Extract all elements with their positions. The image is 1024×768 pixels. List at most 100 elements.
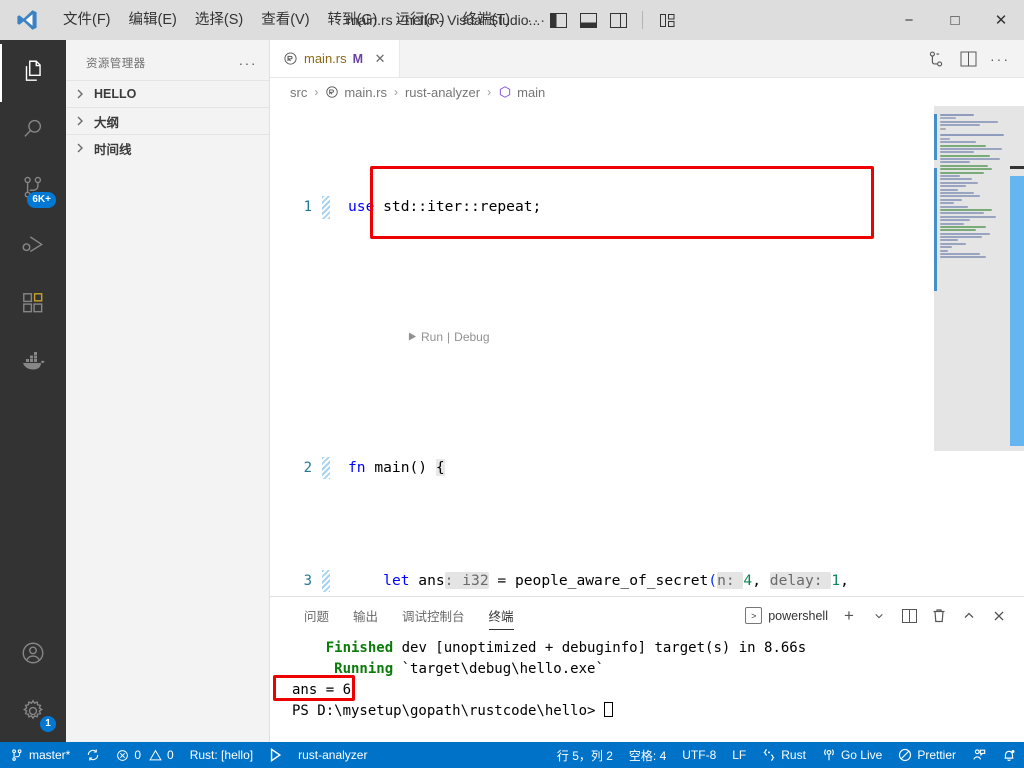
- sidebar-section-hello[interactable]: HELLO: [66, 80, 269, 107]
- maximize-panel-icon[interactable]: [956, 603, 982, 629]
- menu-edit[interactable]: 编辑(E): [120, 6, 186, 34]
- breadcrumb-item-src[interactable]: src: [290, 85, 307, 100]
- status-notifications[interactable]: [994, 742, 1024, 768]
- activity-item-run-and-debug[interactable]: [0, 218, 66, 276]
- menu-view[interactable]: 查看(V): [252, 6, 318, 34]
- close-panel-icon[interactable]: [986, 603, 1012, 629]
- status-rust-project[interactable]: Rust: [hello]: [182, 742, 261, 768]
- breadcrumb-item-rust-analyzer[interactable]: rust-analyzer: [405, 85, 480, 100]
- panel-tab-output[interactable]: 输出: [341, 597, 390, 634]
- split-terminal-icon[interactable]: [896, 603, 922, 629]
- panel-tab-problems[interactable]: 问题: [292, 597, 341, 634]
- toggle-secondary-sidebar-icon[interactable]: [608, 10, 628, 30]
- panel-tab-debug-console[interactable]: 调试控制台: [390, 597, 477, 634]
- menu-bar[interactable]: 文件(F) 编辑(E) 选择(S) 查看(V) 转到(G) 运行(R) 终端(T…: [54, 6, 555, 34]
- tab-dirty-indicator: M: [352, 51, 364, 66]
- activity-bar: 6K+ 1: [0, 40, 66, 742]
- tab-close-button[interactable]: ✕: [371, 51, 389, 67]
- status-feedback[interactable]: [964, 742, 994, 768]
- menu-selection[interactable]: 选择(S): [186, 6, 252, 34]
- breadcrumb-item-main[interactable]: main: [498, 85, 545, 100]
- status-go-live[interactable]: Go Live: [814, 742, 890, 768]
- line-number: 2: [303, 459, 312, 476]
- code-area[interactable]: 1 use std::iter::repeat; .: [270, 106, 934, 596]
- source-control-badge: 6K+: [27, 192, 56, 208]
- activity-item-extensions[interactable]: [0, 276, 66, 334]
- status-cursor-position[interactable]: 行 5，列 2: [549, 742, 621, 768]
- status-indentation[interactable]: 空格: 4: [621, 742, 674, 768]
- tab-label: main.rs: [304, 51, 347, 66]
- activity-item-source-control[interactable]: 6K+: [0, 160, 66, 218]
- gutter-blank: [322, 309, 330, 366]
- scrollbar-thumb[interactable]: [1010, 176, 1024, 446]
- toggle-panel-icon[interactable]: [578, 10, 598, 30]
- code-text: fn main() {: [348, 458, 445, 476]
- editor-group: main.rs M ✕ ··· src › main.rs › rust-ana…: [270, 40, 1024, 742]
- sidebar-section-label: 时间线: [94, 142, 132, 157]
- code-content[interactable]: 1 use std::iter::repeat; .: [270, 106, 934, 596]
- status-error-count: 0: [134, 748, 142, 762]
- chevron-down-icon[interactable]: [866, 603, 892, 629]
- menu-run[interactable]: 运行(R): [386, 6, 453, 34]
- tab-main-rs[interactable]: main.rs M ✕: [270, 40, 401, 77]
- codelens-run-link[interactable]: Run: [421, 328, 443, 347]
- activity-item-search[interactable]: [0, 102, 66, 160]
- menu-file[interactable]: 文件(F): [54, 6, 120, 34]
- status-rust-analyzer[interactable]: rust-analyzer: [290, 742, 375, 768]
- terminal-line-text: ans = 6: [292, 682, 352, 698]
- activity-item-manage[interactable]: 1: [0, 684, 66, 742]
- window-minimize-button[interactable]: −: [886, 0, 932, 40]
- editor-scrollbar[interactable]: [1010, 106, 1024, 596]
- run-or-compare-icon[interactable]: [926, 49, 946, 69]
- activity-item-docker[interactable]: [0, 334, 66, 392]
- sidebar-title: 资源管理器: [86, 57, 146, 70]
- activity-item-accounts[interactable]: [0, 626, 66, 684]
- status-run-project[interactable]: [261, 742, 290, 768]
- window-close-button[interactable]: ✕: [978, 0, 1024, 40]
- activity-item-explorer[interactable]: [0, 44, 66, 102]
- kill-terminal-icon[interactable]: [926, 603, 952, 629]
- menu-go[interactable]: 转到(G): [319, 6, 387, 34]
- codelens-text[interactable]: Run | Debug: [330, 309, 490, 366]
- terminal-output[interactable]: Finished dev [unoptimized + debuginfo] t…: [270, 634, 1024, 742]
- status-rust-analyzer-label: rust-analyzer: [298, 748, 368, 762]
- terminal-prompt-line[interactable]: PS D:\mysetup\gopath\rustcode\hello>: [292, 701, 1024, 722]
- terminal-selector[interactable]: > powershell: [745, 607, 832, 624]
- code-line-3: 3 let ans: i32 = people_aware_of_secret(…: [270, 569, 934, 593]
- terminal-line-result: ans = 6: [292, 680, 1024, 701]
- codelens-run-debug[interactable]: . Run | Debug: [270, 309, 934, 366]
- breadcrumb-label: rust-analyzer: [404, 84, 481, 100]
- status-sync[interactable]: [78, 742, 108, 768]
- menu-terminal[interactable]: 终端(T): [454, 6, 520, 34]
- more-actions-icon[interactable]: ···: [990, 49, 1010, 69]
- status-branch[interactable]: master*: [2, 742, 78, 768]
- line-number: 3: [303, 572, 312, 589]
- symbol-method-icon: [498, 85, 512, 99]
- customize-layout-icon[interactable]: [657, 10, 677, 30]
- status-problems[interactable]: 0 0: [108, 742, 181, 768]
- status-encoding[interactable]: UTF-8: [674, 742, 724, 768]
- panel-tab-terminal[interactable]: 终端: [477, 597, 526, 634]
- sidebar-more-actions-button[interactable]: ···: [239, 55, 258, 71]
- status-prettier[interactable]: Prettier: [890, 742, 964, 768]
- new-terminal-icon[interactable]: +: [836, 603, 862, 629]
- window-maximize-button[interactable]: □: [932, 0, 978, 40]
- minimap[interactable]: [934, 106, 1024, 596]
- breadcrumb-item-main-rs[interactable]: main.rs: [325, 85, 387, 100]
- split-editor-icon[interactable]: [958, 49, 978, 69]
- toggle-primary-sidebar-icon[interactable]: [548, 10, 568, 30]
- status-eol[interactable]: LF: [724, 742, 754, 768]
- sync-icon: [86, 748, 100, 762]
- status-prettier-label: Prettier: [917, 748, 956, 762]
- status-rust-project-label: Rust: [hello]: [189, 748, 254, 762]
- sidebar-section-timeline[interactable]: 时间线: [66, 134, 269, 161]
- gutter-modified-indicator: [322, 569, 330, 593]
- status-language-mode[interactable]: Rust: [754, 742, 814, 768]
- sidebar-section-outline[interactable]: 大纲: [66, 107, 269, 134]
- codelens-debug-link[interactable]: Debug: [454, 328, 489, 347]
- broadcast-icon: [822, 748, 836, 762]
- feedback-icon: [972, 748, 986, 762]
- editor-viewport[interactable]: 1 use std::iter::repeat; .: [270, 106, 1024, 596]
- manage-badge: 1: [40, 716, 56, 732]
- panel-actions: > powershell +: [745, 597, 1024, 634]
